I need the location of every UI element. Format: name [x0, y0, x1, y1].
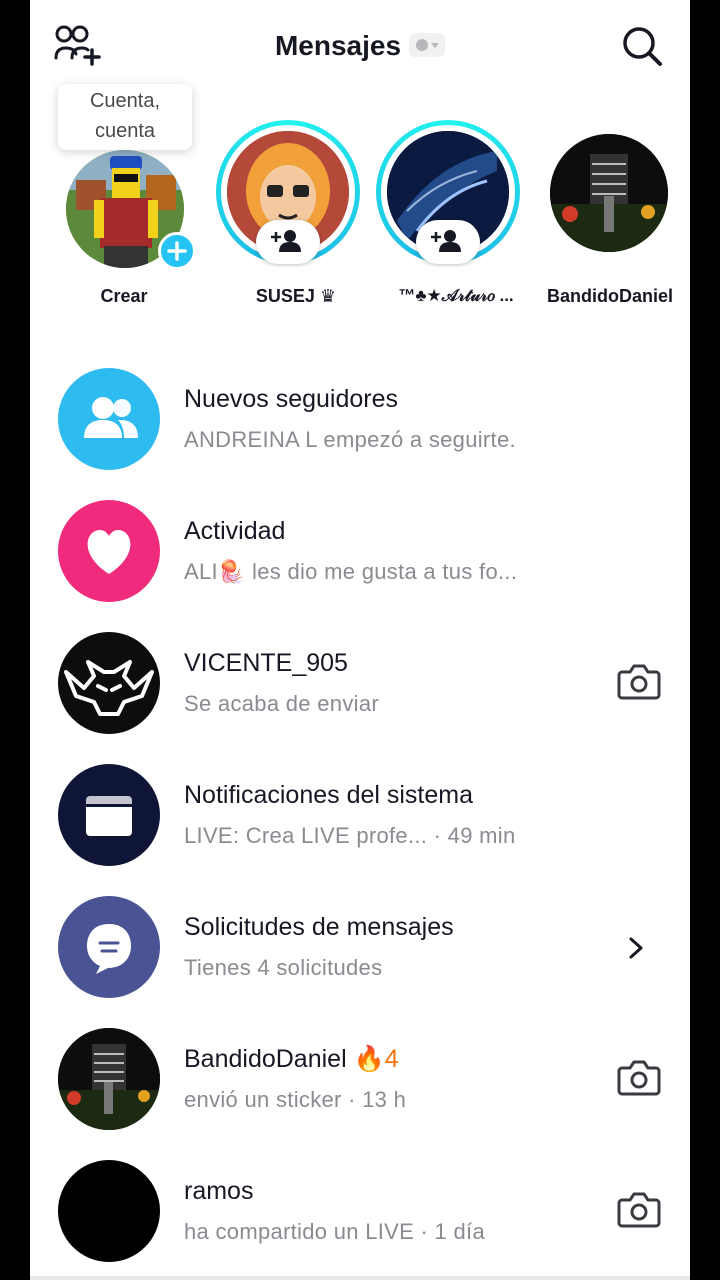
avatar: [550, 134, 668, 252]
item-title: Solicitudes de mensajes: [184, 913, 454, 941]
item-title: ramos: [184, 1177, 254, 1205]
follow-button[interactable]: [256, 220, 320, 264]
list-item-vicente[interactable]: VICENTE_905 Se acaba de enviar: [30, 616, 690, 748]
story-name: ™♣★𝒜𝓇𝓉𝓊𝓇𝑜 ...: [398, 286, 514, 305]
story-arturo[interactable]: ™♣★𝒜𝓇𝓉𝓊𝓇𝑜 ...: [356, 120, 520, 320]
story-susej[interactable]: SUSEJ ♛: [196, 120, 360, 320]
followers-icon: [58, 368, 160, 470]
plus-icon[interactable]: [158, 232, 196, 270]
inbox-icon: [58, 764, 160, 866]
fox-logo-avatar: [58, 632, 160, 734]
list-item-new-followers[interactable]: Nuevos seguidores ANDREINA L empezó a se…: [30, 352, 690, 484]
item-title: Actividad: [184, 517, 286, 545]
item-subtitle: ALI🪼 les dio me gusta a tus fo...: [184, 559, 518, 584]
item-subtitle: ha compartido un LIVE · 1 día: [184, 1219, 485, 1244]
camera-icon[interactable]: [616, 1058, 662, 1098]
messages-screen: Mensajes Crear Cuenta, cuenta SUSEJ ♛ ™♣…: [30, 0, 690, 1280]
list-item-message-requests[interactable]: Solicitudes de mensajes Tienes 4 solicit…: [30, 880, 690, 1012]
streak-count: 4: [384, 1045, 399, 1073]
item-subtitle: Se acaba de enviar: [184, 691, 379, 716]
story-name: BandidoDaniel: [546, 286, 673, 306]
story-bandidodaniel[interactable]: BandidoDaniel: [520, 120, 680, 320]
follow-button[interactable]: [416, 220, 480, 264]
item-subtitle: ANDREINA L empezó a seguirte.: [184, 427, 516, 452]
item-title: Nuevos seguidores: [184, 385, 399, 413]
bottom-divider: [30, 1276, 690, 1280]
stories-row: Crear Cuenta, cuenta SUSEJ ♛ ™♣★𝒜𝓇𝓉𝓊𝓇𝑜 .…: [30, 82, 690, 322]
page-title-wrap: Mensajes: [30, 30, 690, 62]
list-item-bandidodaniel[interactable]: BandidoDaniel 🔥4 envió un sticker · 13 h: [30, 1012, 690, 1144]
caret-down-icon: [431, 42, 440, 48]
chat-bubble-icon: [58, 896, 160, 998]
story-create[interactable]: Crear: [44, 120, 204, 320]
page-title: Mensajes: [274, 30, 402, 61]
status-toggle[interactable]: [409, 32, 446, 57]
item-title-wrap: BandidoDaniel 🔥4: [184, 1045, 399, 1074]
camera-icon[interactable]: [616, 1190, 662, 1230]
item-subtitle: envió un sticker · 13 h: [184, 1087, 407, 1112]
list-item-system-notifications[interactable]: Notificaciones del sistema LIVE: Crea LI…: [30, 748, 690, 880]
item-subtitle: Tienes 4 solicitudes: [184, 955, 383, 980]
item-subtitle: LIVE: Crea LIVE profe... · 49 min: [184, 823, 516, 848]
heart-icon: [58, 500, 160, 602]
header: Mensajes: [30, 0, 690, 90]
search-icon[interactable]: [620, 24, 664, 68]
status-dot-icon: [416, 38, 429, 51]
item-title: VICENTE_905: [184, 649, 348, 677]
streak-fire-icon: 🔥: [353, 1045, 385, 1073]
story-name: Crear: [100, 286, 148, 306]
tooltip: Cuenta, cuenta: [58, 84, 192, 150]
list-item-activity[interactable]: Actividad ALI🪼 les dio me gusta a tus fo…: [30, 484, 690, 616]
chevron-right-icon[interactable]: [628, 936, 644, 960]
item-title: BandidoDaniel: [184, 1045, 347, 1073]
black-avatar: [58, 1160, 160, 1262]
item-title: Notificaciones del sistema: [184, 781, 474, 809]
bandido-avatar: [58, 1028, 160, 1130]
camera-icon[interactable]: [616, 662, 662, 702]
list-item-ramos[interactable]: ramos ha compartido un LIVE · 1 día: [30, 1144, 690, 1276]
tooltip-line-2: cuenta: [94, 120, 156, 142]
tooltip-line-1: Cuenta,: [89, 90, 161, 112]
